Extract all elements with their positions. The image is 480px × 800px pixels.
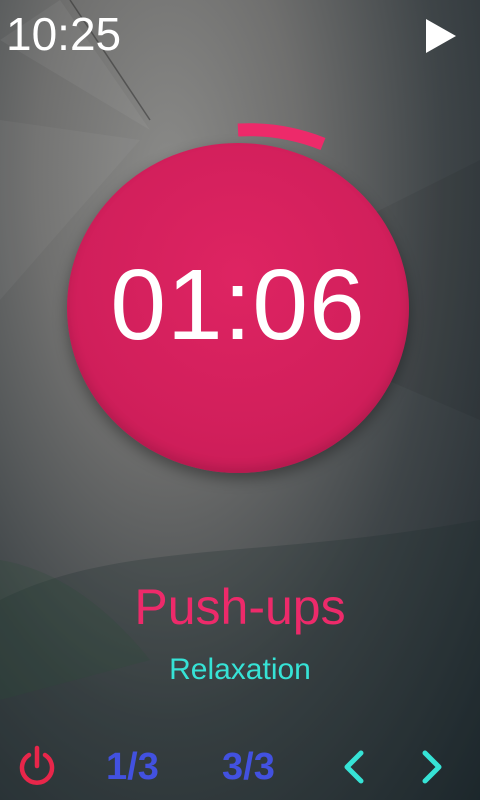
- exercise-phase: Relaxation: [169, 653, 311, 686]
- timer-countdown: 01:06: [110, 249, 366, 361]
- chevron-left-icon: [344, 750, 364, 784]
- timer-circle[interactable]: 01:06: [67, 143, 409, 473]
- power-button[interactable]: [12, 742, 62, 792]
- timer-screen: 10:25 01:06 Push-ups Relaxation 1/3 3/3: [0, 0, 480, 800]
- play-button[interactable]: [418, 14, 462, 58]
- play-icon: [426, 19, 456, 53]
- set-counter: 3/3: [222, 746, 275, 788]
- previous-button[interactable]: [334, 744, 374, 790]
- round-counter: 1/3: [106, 746, 159, 788]
- status-clock: 10:25: [6, 8, 122, 60]
- power-icon: [19, 745, 55, 785]
- exercise-name: Push-ups: [134, 579, 346, 635]
- bottom-bar: 1/3 3/3: [0, 736, 480, 796]
- chevron-right-icon: [422, 750, 442, 784]
- next-button[interactable]: [412, 744, 452, 790]
